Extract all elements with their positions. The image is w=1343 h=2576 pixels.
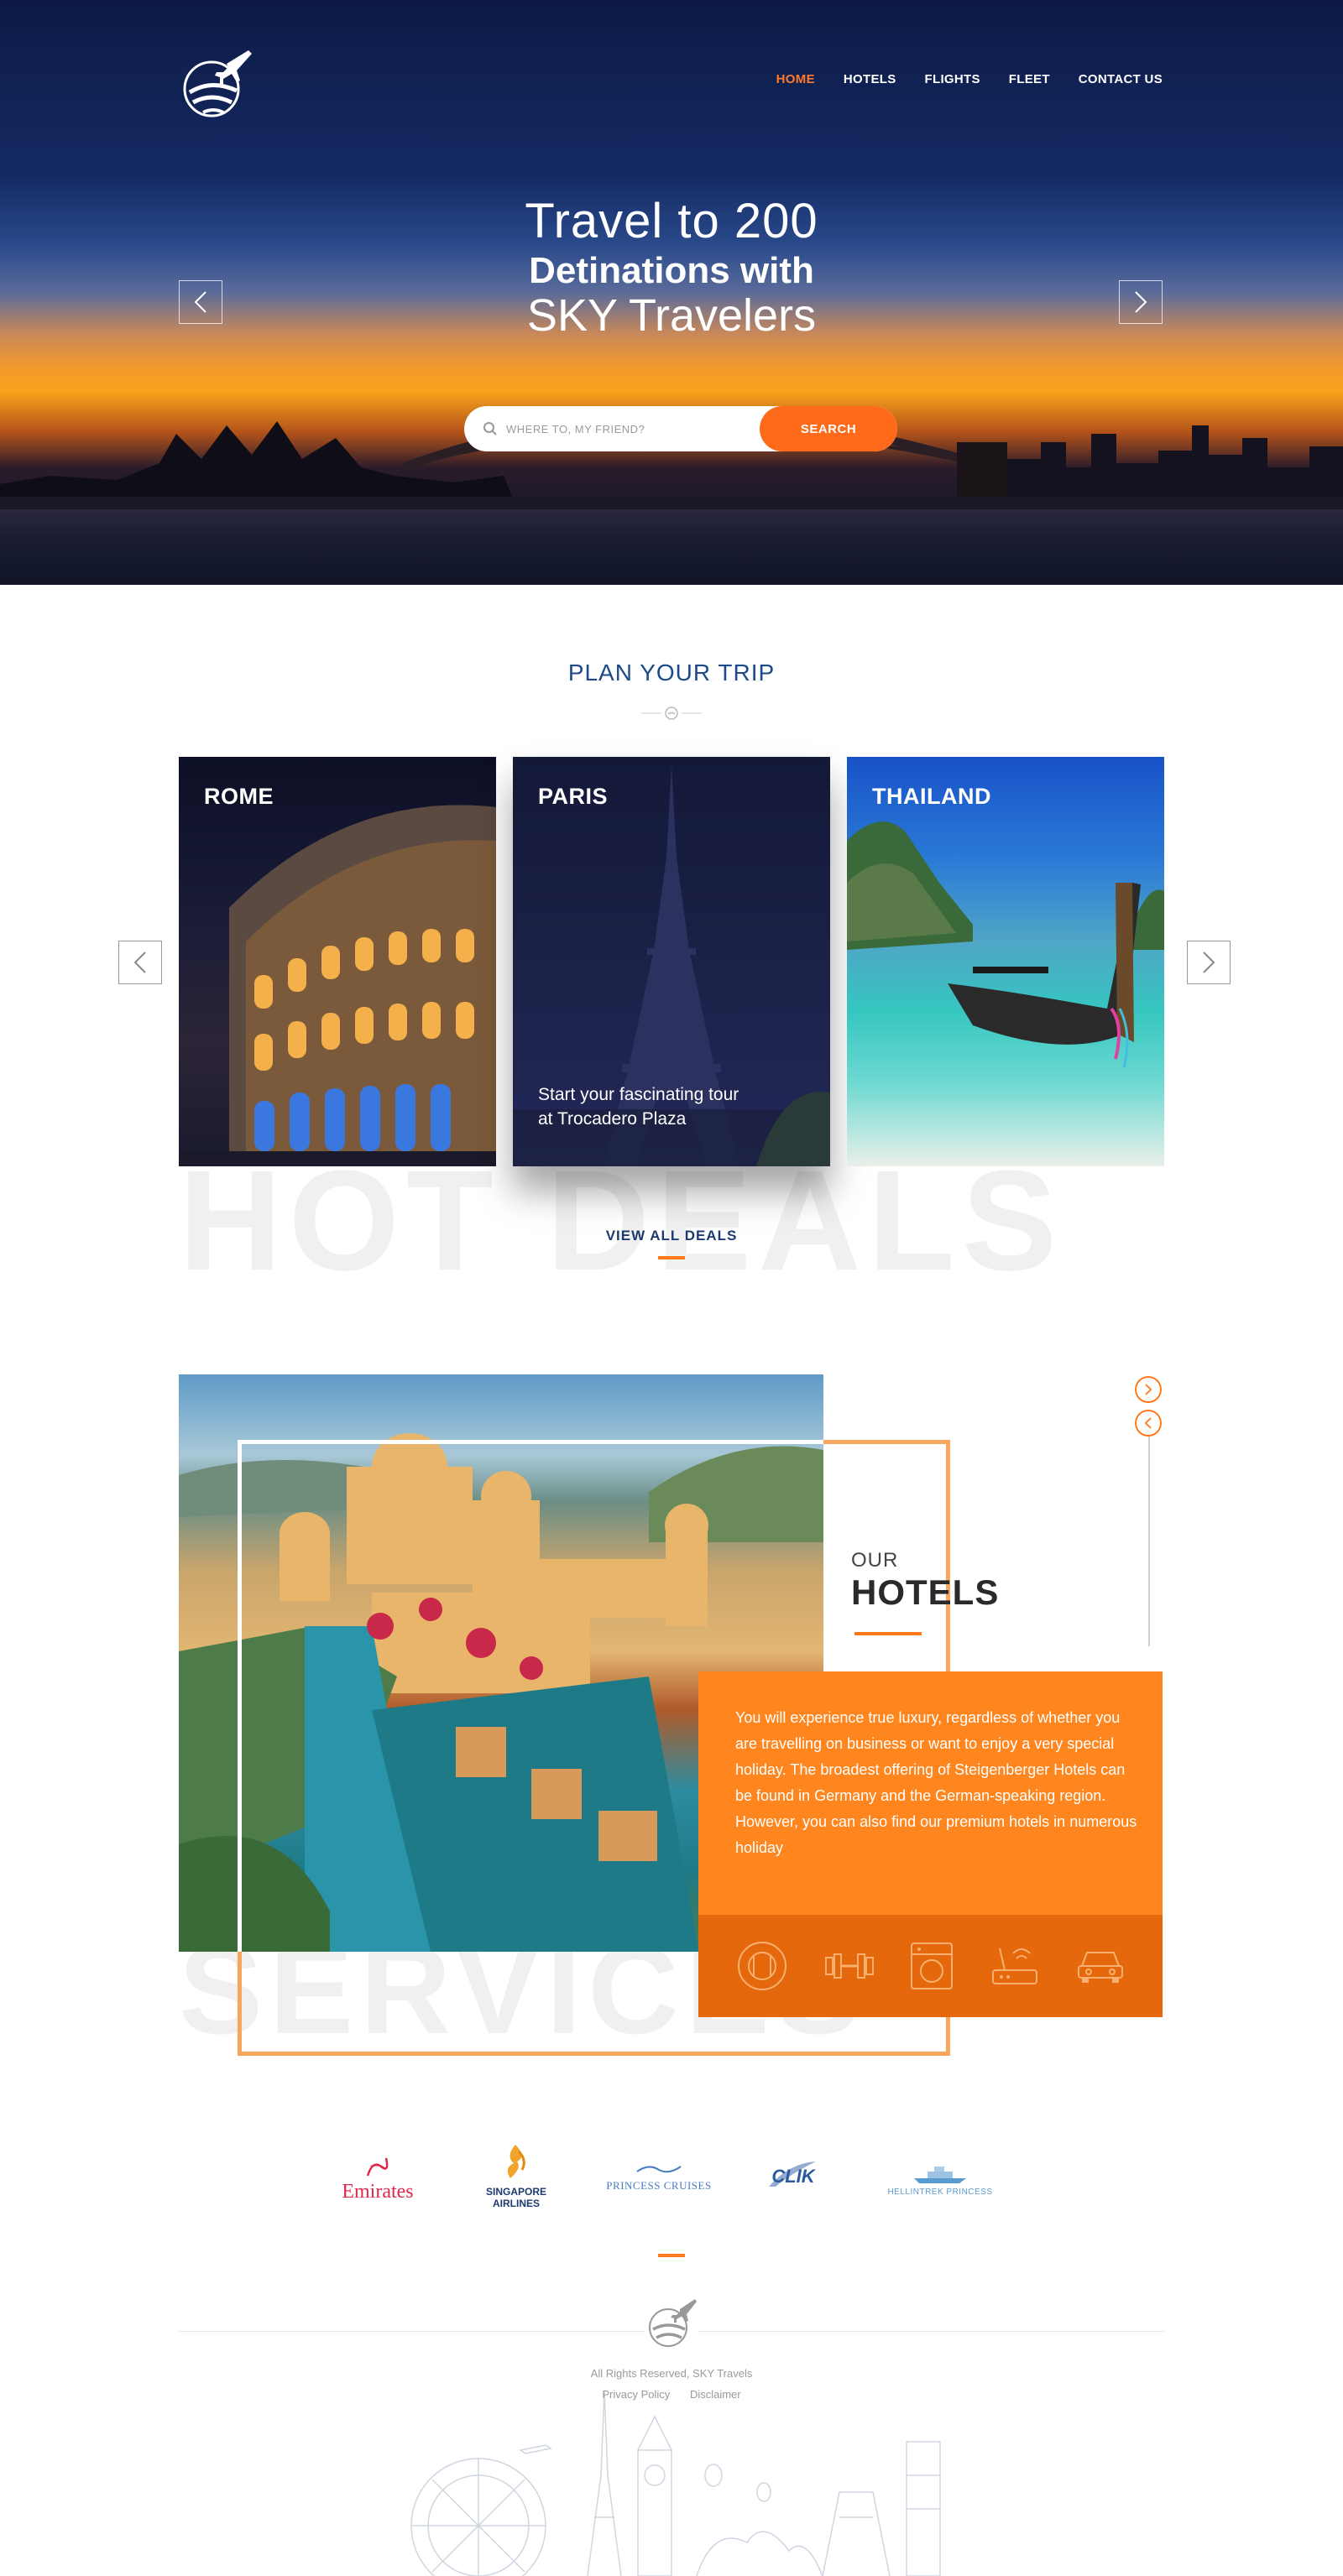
search-icon (483, 422, 497, 435)
deal-card-rome[interactable]: ROME (179, 757, 496, 1166)
laundry-icon[interactable] (909, 1941, 954, 1991)
search-input[interactable] (506, 415, 750, 443)
nav-contact-us[interactable]: CONTACT US (1079, 72, 1163, 86)
hotel-prev-button[interactable] (1135, 1410, 1162, 1437)
hero-prev-button[interactable] (179, 280, 222, 324)
hero-next-button[interactable] (1119, 280, 1163, 324)
chevron-right-icon (1145, 1384, 1152, 1395)
singapore-bird-icon (507, 2145, 525, 2178)
deal-card-title: ROME (204, 784, 274, 809)
hot-deals-watermark: HOT DEALS (179, 1141, 1064, 1301)
hero-section: HOME HOTELS FLIGHTS FLEET CONTACT US Tra… (0, 0, 1343, 585)
partner-hellintrek-logo[interactable]: HELLINTREK PRINCESS (881, 2167, 999, 2197)
footer-copyright: All Rights Reserved, SKY Travels (590, 2367, 753, 2380)
car-icon[interactable] (1075, 1946, 1126, 1986)
chevron-left-icon (1144, 1417, 1152, 1429)
footer-links: Privacy Policy Disclaimer (0, 2388, 1343, 2401)
longtail-boat-illustration (847, 821, 1164, 1068)
main-nav: HOME HOTELS FLIGHTS FLEET CONTACT US (748, 72, 1163, 86)
view-all-underline (658, 1256, 685, 1259)
wifi-router-icon[interactable] (988, 1943, 1042, 1989)
deal-card-title: PARIS (538, 784, 609, 809)
hotel-info-box: You will experience true luxury, regardl… (698, 1671, 1163, 1915)
plan-trip-title: PLAN YOUR TRIP (567, 660, 776, 686)
deal-card-thailand[interactable]: THAILAND (847, 757, 1164, 1166)
section-divider (641, 707, 702, 720)
partner-princess-cruises-logo[interactable]: PRINCESS CRUISES (604, 2163, 713, 2193)
chevron-right-icon (1203, 952, 1215, 973)
hero-line-1: Travel to 200 (525, 194, 818, 248)
deal-card-title: THAILAND (872, 784, 991, 809)
hotel-slider-track (1148, 1428, 1150, 1646)
search-button[interactable]: SEARCH (760, 406, 897, 451)
restaurant-icon[interactable] (735, 1939, 789, 1993)
deal-card-description: Start your fascinating tour at Trocadero… (538, 1085, 739, 1129)
disclaimer-link[interactable]: Disclaimer (690, 2388, 741, 2401)
partner-logos: Emirates SINGAPORE AIRLINES PRINCESS CRU… (302, 2138, 1041, 2222)
partner-singapore-airlines-logo[interactable]: SINGAPORE AIRLINES (466, 2143, 567, 2209)
princess-wave-icon (636, 2166, 682, 2173)
gym-icon[interactable] (823, 1949, 876, 1983)
destination-search: SEARCH (464, 406, 897, 451)
hotel-amenities (698, 1915, 1163, 2017)
partner-clik-logo[interactable]: CLIK (755, 2156, 831, 2188)
chevron-left-icon (194, 291, 206, 313)
partner-emirates-logo[interactable]: Emirates (319, 2155, 436, 2203)
deals-next-button[interactable] (1187, 941, 1231, 984)
hotels-title: HOTELS (851, 1572, 1000, 1612)
chevron-left-icon (133, 952, 146, 973)
nav-hotels[interactable]: HOTELS (844, 72, 896, 86)
footer-landmarks-illustration (410, 2391, 941, 2576)
privacy-policy-link[interactable]: Privacy Policy (602, 2388, 670, 2401)
view-all-deals-link[interactable]: VIEW ALL DEALS (0, 1228, 1343, 1244)
hotel-description: You will experience true luxury, regardl… (735, 1709, 1137, 1856)
nav-fleet[interactable]: FLEET (1009, 72, 1050, 86)
hotel-next-button[interactable] (1135, 1376, 1162, 1403)
footer-logo[interactable] (645, 2296, 698, 2349)
chevron-right-icon (1135, 291, 1147, 313)
sky-travels-logo[interactable] (178, 45, 253, 121)
nav-flights[interactable]: FLIGHTS (925, 72, 980, 86)
nav-home[interactable]: HOME (776, 72, 815, 86)
deals-prev-button[interactable] (118, 941, 162, 984)
partners-underline (658, 2254, 685, 2257)
hero-water (0, 509, 1343, 585)
emirates-emblem-icon (366, 2157, 389, 2177)
ship-icon (914, 2167, 966, 2183)
hotels-title-underline (854, 1632, 922, 1635)
hotels-eyebrow: OUR (851, 1549, 899, 1572)
deal-card-paris[interactable]: PARIS Start your fascinating tour at Tro… (513, 757, 830, 1166)
colosseum-illustration (179, 805, 496, 1166)
